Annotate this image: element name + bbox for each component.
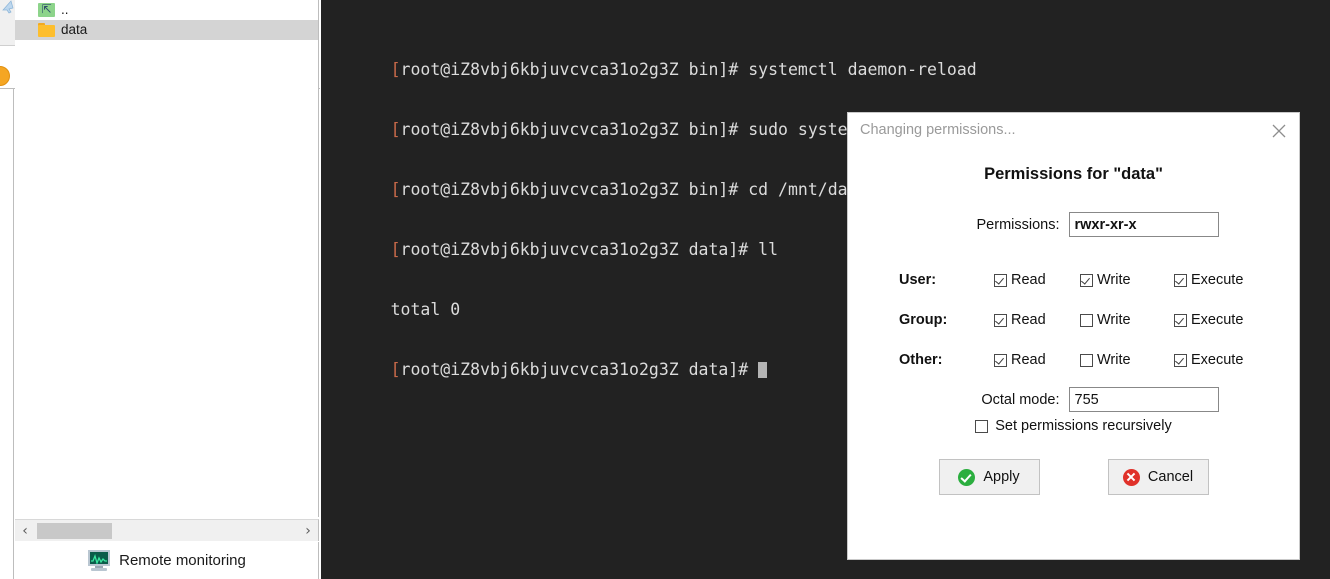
list-item[interactable]: ⇱ ..	[15, 0, 318, 20]
file-list[interactable]: ⇱ .. data	[15, 0, 319, 517]
terminal-command-3: ll	[758, 240, 779, 259]
checkbox-box[interactable]	[1174, 273, 1187, 287]
other-write-checkbox[interactable]: Write	[1080, 352, 1174, 368]
scroll-right-arrow-icon[interactable]: ›	[298, 523, 318, 539]
octal-field-row: Octal mode: 755	[848, 387, 1299, 412]
horizontal-scrollbar[interactable]: ‹ ›	[15, 519, 319, 541]
group-execute-checkbox[interactable]: Execute	[1174, 312, 1243, 328]
permission-row-label: Group:	[899, 312, 948, 328]
folder-icon	[38, 23, 55, 37]
scrollbar-track[interactable]	[35, 520, 298, 542]
terminal-cursor	[758, 362, 768, 378]
orange-status-icon[interactable]	[0, 66, 10, 86]
checkbox-box[interactable]	[1080, 273, 1093, 287]
checkbox-label: Write	[1097, 352, 1131, 368]
dialog-title: Changing permissions...	[860, 122, 1016, 138]
permission-matrix: User: Read Write Execute Group: Read Wri…	[848, 267, 1299, 373]
terminal-prompt-0: root@iZ8vbj6kbjuvcvca31o2g3Z bin]#	[400, 60, 749, 79]
checkbox-label: Write	[1097, 272, 1131, 288]
terminal-command-4: total 0	[390, 300, 461, 319]
list-item-label: ..	[61, 2, 69, 18]
octal-mode-label: Octal mode:	[981, 391, 1060, 408]
checkbox-box[interactable]	[1174, 353, 1187, 367]
updir-folder-icon: ⇱	[38, 2, 55, 17]
permission-row-user: User: Read Write Execute	[899, 267, 1299, 293]
checkbox-label: Write	[1097, 312, 1131, 328]
remote-monitoring-icon	[87, 550, 111, 571]
permissions-field-row: Permissions: rwxr-xr-x	[848, 212, 1299, 237]
scroll-left-arrow-icon[interactable]: ‹	[15, 523, 35, 539]
terminal-prompt-1: root@iZ8vbj6kbjuvcvca31o2g3Z bin]#	[400, 120, 749, 139]
permission-row-label: User:	[899, 272, 937, 288]
other-execute-checkbox[interactable]: Execute	[1174, 352, 1243, 368]
terminal-prompt-2: root@iZ8vbj6kbjuvcvca31o2g3Z bin]#	[400, 180, 749, 199]
octal-mode-input[interactable]: 755	[1068, 387, 1219, 412]
permissions-input[interactable]: rwxr-xr-x	[1068, 212, 1219, 237]
checkbox-label: Read	[1011, 312, 1046, 328]
checkbox-box[interactable]	[975, 419, 989, 433]
panel-frame-left-border	[13, 88, 14, 579]
user-read-checkbox[interactable]: Read	[994, 272, 1080, 288]
checkbox-box[interactable]	[1080, 353, 1093, 367]
cursor-arrow-icon	[1, 0, 15, 15]
terminal-prompt-5: root@iZ8vbj6kbjuvcvca31o2g3Z data]#	[400, 360, 759, 379]
checkbox-box[interactable]	[994, 313, 1007, 327]
apply-button-label: Apply	[983, 469, 1020, 485]
dialog-titlebar[interactable]: Changing permissions...	[848, 113, 1299, 147]
scrollbar-thumb[interactable]	[37, 522, 112, 539]
checkbox-box[interactable]	[994, 273, 1007, 287]
close-icon[interactable]	[1269, 121, 1289, 141]
user-execute-checkbox[interactable]: Execute	[1174, 272, 1243, 288]
checkbox-box[interactable]	[1080, 313, 1093, 327]
checkbox-label: Execute	[1191, 312, 1244, 328]
recursive-checkbox[interactable]: Set permissions recursively	[848, 418, 1299, 434]
other-read-checkbox[interactable]: Read	[994, 352, 1080, 368]
updir-arrow-glyph: ⇱	[41, 2, 52, 16]
group-read-checkbox[interactable]: Read	[994, 312, 1080, 328]
checkbox-label: Read	[1011, 272, 1046, 288]
user-write-checkbox[interactable]: Write	[1080, 272, 1174, 288]
red-cross-icon	[1122, 468, 1140, 486]
permission-row-group: Group: Read Write Execute	[899, 307, 1299, 333]
checkbox-label: Execute	[1191, 272, 1244, 288]
permissions-label: Permissions:	[976, 216, 1060, 233]
permission-row-other: Other: Read Write Execute	[899, 347, 1299, 373]
status-label: Remote monitoring	[119, 552, 246, 569]
list-item[interactable]: data	[15, 20, 318, 40]
cancel-button-label: Cancel	[1147, 469, 1194, 485]
terminal-prompt-3: root@iZ8vbj6kbjuvcvca31o2g3Z data]#	[400, 240, 759, 259]
cancel-button[interactable]: Cancel	[1107, 459, 1209, 495]
permission-row-label: Other:	[899, 352, 943, 368]
dialog-button-bar: Apply Cancel	[848, 459, 1299, 495]
list-item-label: data	[61, 22, 88, 38]
checkbox-label: Read	[1011, 352, 1046, 368]
checkbox-box[interactable]	[1174, 313, 1187, 327]
file-browser-panel: ⇱ .. data ‹ › Remote monitoring	[0, 0, 320, 579]
group-write-checkbox[interactable]: Write	[1080, 312, 1174, 328]
terminal-line: [root@iZ8vbj6kbjuvcvca31o2g3Z bin]# syst…	[390, 60, 977, 79]
dialog-heading: Permissions for "data"	[984, 165, 1163, 183]
green-check-icon	[958, 468, 976, 486]
terminal-command-0: systemctl daemon-reload	[748, 60, 977, 79]
recursive-label: Set permissions recursively	[995, 418, 1172, 434]
checkbox-label: Execute	[1191, 352, 1244, 368]
apply-button[interactable]: Apply	[938, 459, 1040, 495]
permissions-dialog: Changing permissions... Permissions for …	[847, 112, 1300, 560]
status-bar: Remote monitoring	[15, 542, 319, 579]
checkbox-box[interactable]	[994, 353, 1007, 367]
